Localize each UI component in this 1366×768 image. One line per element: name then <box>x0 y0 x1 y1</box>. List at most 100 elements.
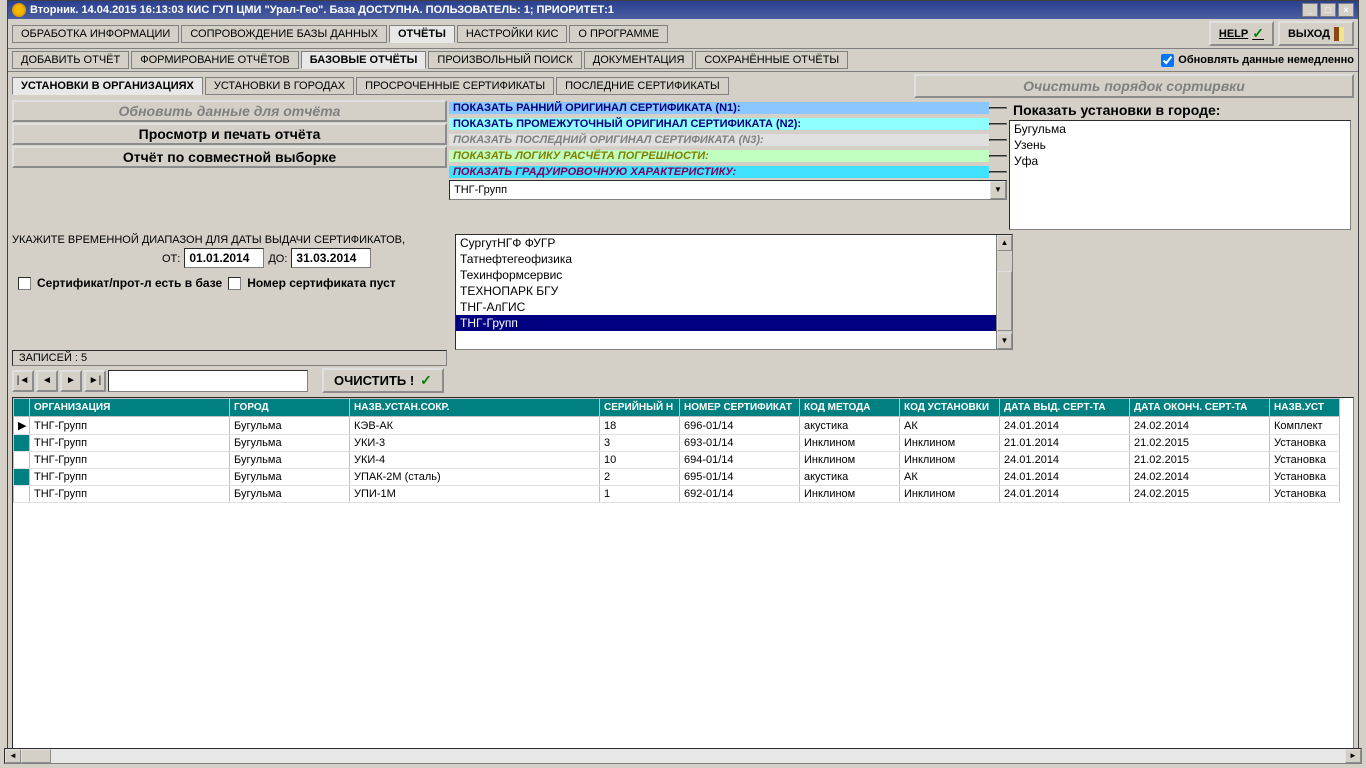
date-to-label: ДО: <box>268 253 287 265</box>
third-menu: УСТАНОВКИ В ОРГАНИЗАЦИЯХУСТАНОВКИ В ГОРО… <box>8 72 1358 100</box>
column-header[interactable]: ГОРОД <box>230 399 350 417</box>
org-dropdown[interactable]: ТНГ-Групп ▼ <box>449 180 1007 200</box>
column-header[interactable]: СЕРИЙНЫЙ Н <box>600 399 680 417</box>
minimize-button[interactable]: _ <box>1302 3 1318 17</box>
top-tab-1[interactable]: СОПРОВОЖДЕНИЕ БАЗЫ ДАННЫХ <box>181 25 387 43</box>
org-item[interactable]: ТЕХНОПАРК БГУ <box>456 283 1012 299</box>
city-list[interactable]: БугульмаУзеньУфа <box>1009 120 1351 230</box>
cell: 24.01.2014 <box>1000 469 1130 486</box>
view-print-button[interactable]: Просмотр и печать отчёта <box>12 123 447 145</box>
data-grid[interactable]: ОРГАНИЗАЦИЯГОРОДНАЗВ.УСТАН.СОКР.СЕРИЙНЫЙ… <box>12 397 1354 756</box>
third-tab-1[interactable]: УСТАНОВКИ В ГОРОДАХ <box>205 77 354 95</box>
cert-number-empty-label: Номер сертификата пуст <box>247 276 395 290</box>
table-row[interactable]: ТНГ-ГруппБугульмаУПИ-1М1692-01/14Инклино… <box>14 486 1340 503</box>
sub-tab-1[interactable]: ФОРМИРОВАНИЕ ОТЧЁТОВ <box>131 51 298 69</box>
column-header[interactable]: НАЗВ.УСТАН.СОКР. <box>350 399 600 417</box>
sub-tab-5[interactable]: СОХРАНЁННЫЕ ОТЧЁТЫ <box>695 51 848 69</box>
table-row[interactable]: ТНГ-ГруппБугульмаУКИ-33693-01/14Инклином… <box>14 435 1340 452</box>
third-tab-0[interactable]: УСТАНОВКИ В ОРГАНИЗАЦИЯХ <box>12 77 203 95</box>
nav-first-button[interactable]: |◄ <box>12 370 34 392</box>
org-item[interactable]: Техинформсервис <box>456 267 1012 283</box>
show-n1-label: ПОКАЗАТЬ РАННИЙ ОРИГИНАЛ СЕРТИФИКАТА (N1… <box>449 102 989 114</box>
update-immediately-checkbox[interactable]: Обновлять данные немедленно <box>1161 54 1354 67</box>
help-button[interactable]: HELP✓ <box>1209 21 1274 46</box>
cert-number-empty-checkbox[interactable] <box>228 277 241 290</box>
cell: Установка <box>1270 486 1340 503</box>
sub-tab-4[interactable]: ДОКУМЕНТАЦИЯ <box>584 51 694 69</box>
cell: ТНГ-Групп <box>30 452 230 469</box>
org-list[interactable]: СургутНГФ ФУГРТатнефтегеофизикаТехинформ… <box>455 234 1013 350</box>
main-window: Вторник. 14.04.2015 16:13:03 КИС ГУП ЦМИ… <box>7 0 1359 757</box>
top-tab-2[interactable]: ОТЧЁТЫ <box>389 25 455 43</box>
column-header[interactable]: НОМЕР СЕРТИФИКАТ <box>680 399 800 417</box>
cell: АК <box>900 417 1000 435</box>
sub-tab-0[interactable]: ДОБАВИТЬ ОТЧЁТ <box>12 51 129 69</box>
cell: 21.02.2015 <box>1130 435 1270 452</box>
nav-last-button[interactable]: ►| <box>84 370 106 392</box>
cert-in-base-checkbox[interactable] <box>18 277 31 290</box>
cell: 694-01/14 <box>680 452 800 469</box>
scroll-up-icon[interactable]: ▲ <box>997 235 1012 251</box>
table-row[interactable]: ТНГ-ГруппБугульмаУПАК-2М (сталь)2695-01/… <box>14 469 1340 486</box>
org-scrollbar[interactable]: ▲ ▼ <box>996 235 1012 349</box>
joint-report-button[interactable]: Отчёт по совместной выборке <box>12 146 447 168</box>
city-item[interactable]: Уфа <box>1010 153 1350 169</box>
scroll-down-icon[interactable]: ▼ <box>997 333 1012 349</box>
org-item[interactable]: ТНГ-АлГИС <box>456 299 1012 315</box>
maximize-button[interactable]: □ <box>1320 3 1336 17</box>
search-input[interactable] <box>108 370 308 392</box>
column-header[interactable]: КОД МЕТОДА <box>800 399 900 417</box>
show-n1-checkbox[interactable] <box>989 107 1007 109</box>
show-logic-checkbox[interactable] <box>989 155 1007 157</box>
column-header[interactable]: ДАТА ОКОНЧ. СЕРТ-ТА <box>1130 399 1270 417</box>
exit-button[interactable]: ВЫХОД <box>1278 21 1354 46</box>
refresh-data-button[interactable]: Обновить данные для отчёта <box>12 100 447 122</box>
city-item[interactable]: Узень <box>1010 137 1350 153</box>
cell: 24.02.2014 <box>1130 469 1270 486</box>
show-n2-checkbox[interactable] <box>989 123 1007 125</box>
cell: 2 <box>600 469 680 486</box>
sub-tab-3[interactable]: ПРОИЗВОЛЬНЫЙ ПОИСК <box>428 51 581 69</box>
third-tab-3[interactable]: ПОСЛЕДНИЕ СЕРТИФИКАТЫ <box>556 77 729 95</box>
org-item[interactable]: ТНГ-Групп <box>456 315 1012 331</box>
column-header[interactable]: НАЗВ.УСТ <box>1270 399 1340 417</box>
hscroll-thumb[interactable] <box>21 749 51 763</box>
scroll-thumb[interactable] <box>997 271 1012 331</box>
third-tab-2[interactable]: ПРОСРОЧЕННЫЕ СЕРТИФИКАТЫ <box>356 77 554 95</box>
top-tab-3[interactable]: НАСТРОЙКИ КИС <box>457 25 568 43</box>
date-to-input[interactable]: 31.03.2014 <box>291 248 371 268</box>
table-row[interactable]: ТНГ-ГруппБугульмаУКИ-410694-01/14Инклино… <box>14 452 1340 469</box>
city-item[interactable]: Бугульма <box>1010 121 1350 137</box>
hscroll-left-icon[interactable]: ◄ <box>5 749 21 763</box>
top-tab-0[interactable]: ОБРАБОТКА ИНФОРМАЦИИ <box>12 25 179 43</box>
hscroll-right-icon[interactable]: ► <box>1345 749 1361 763</box>
org-item[interactable]: Татнефтегеофизика <box>456 251 1012 267</box>
nav-next-button[interactable]: ► <box>60 370 82 392</box>
cell: Установка <box>1270 469 1340 486</box>
cell: Установка <box>1270 452 1340 469</box>
column-header[interactable]: ДАТА ВЫД. СЕРТ-ТА <box>1000 399 1130 417</box>
top-menu: ОБРАБОТКА ИНФОРМАЦИИСОПРОВОЖДЕНИЕ БАЗЫ Д… <box>8 19 1358 49</box>
sub-tab-2[interactable]: БАЗОВЫЕ ОТЧЁТЫ <box>301 51 427 69</box>
show-n3-checkbox[interactable] <box>989 139 1007 141</box>
show-grad-checkbox[interactable] <box>989 171 1007 173</box>
dropdown-arrow-icon[interactable]: ▼ <box>990 181 1006 199</box>
date-from-label: ОТ: <box>162 253 180 265</box>
horizontal-scrollbar[interactable]: ◄ ► <box>4 748 1362 764</box>
table-row[interactable]: ▶ТНГ-ГруппБугульмаКЭВ-АК18696-01/14акуст… <box>14 417 1340 435</box>
close-button[interactable]: × <box>1338 3 1354 17</box>
window-title: Вторник. 14.04.2015 16:13:03 КИС ГУП ЦМИ… <box>30 4 1302 16</box>
cell: 3 <box>600 435 680 452</box>
date-from-input[interactable]: 01.01.2014 <box>184 248 264 268</box>
column-header[interactable]: КОД УСТАНОВКИ <box>900 399 1000 417</box>
column-header[interactable]: ОРГАНИЗАЦИЯ <box>30 399 230 417</box>
nav-prev-button[interactable]: ◄ <box>36 370 58 392</box>
org-item[interactable]: СургутНГФ ФУГР <box>456 235 1012 251</box>
titlebar: Вторник. 14.04.2015 16:13:03 КИС ГУП ЦМИ… <box>8 1 1358 19</box>
clear-sort-button[interactable]: Очистить порядок сортирвки <box>914 74 1354 98</box>
clear-button[interactable]: ОЧИСТИТЬ !✓ <box>322 368 444 393</box>
check-icon: ✓ <box>1252 25 1264 42</box>
cell: Инклином <box>800 486 900 503</box>
top-tab-4[interactable]: О ПРОГРАММЕ <box>569 25 668 43</box>
date-range-label: УКАЖИТЕ ВРЕМЕННОЙ ДИАПАЗОН ДЛЯ ДАТЫ ВЫДА… <box>12 234 447 246</box>
